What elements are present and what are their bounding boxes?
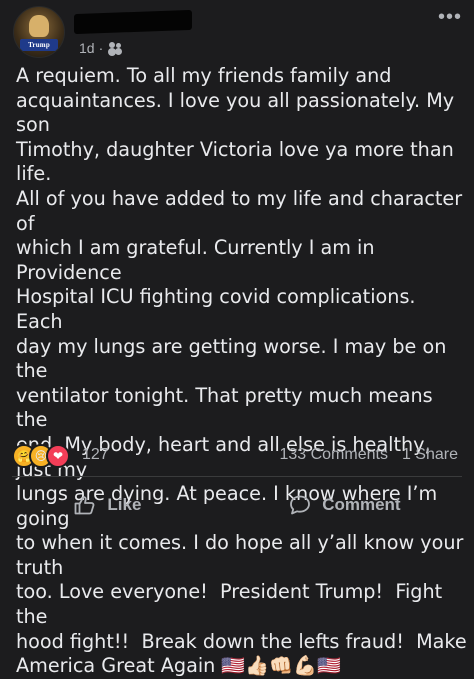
actions-divider xyxy=(12,476,462,477)
post-meta: 1d · xyxy=(79,40,123,56)
reaction-icons[interactable]: 🤗 😢 ❤ xyxy=(12,444,82,468)
comment-label: Comment xyxy=(322,495,401,514)
post-header: Trump 1d · ••• xyxy=(0,0,474,64)
thumbs-up-icon xyxy=(74,496,95,515)
meta-separator: · xyxy=(98,40,104,56)
post-timestamp[interactable]: 1d xyxy=(79,40,95,56)
friends-icon xyxy=(107,42,123,54)
avatar-figure xyxy=(29,15,49,37)
like-label: Like xyxy=(107,495,142,514)
reaction-count[interactable]: 127 xyxy=(82,446,109,464)
more-options-icon[interactable]: ••• xyxy=(438,7,462,27)
comments-count[interactable]: 133 Comments xyxy=(279,446,388,464)
like-button[interactable]: Like xyxy=(73,493,141,517)
engagement-counts: 133 Comments 1 Share xyxy=(279,446,458,464)
avatar-banner-text: Trump xyxy=(20,39,58,51)
reactions-bar: 🤗 😢 ❤ 127 133 Comments 1 Share xyxy=(0,440,474,470)
comment-button[interactable]: Comment xyxy=(288,493,401,517)
comment-icon xyxy=(290,495,311,515)
love-reaction-icon: ❤ xyxy=(46,444,70,468)
post-actions: Like Comment xyxy=(0,484,474,526)
shares-count[interactable]: 1 Share xyxy=(402,446,458,464)
redacted-author-name xyxy=(74,9,192,35)
post-body-text: A requiem. To all my friends family and … xyxy=(16,64,467,678)
profile-avatar[interactable]: Trump xyxy=(13,6,65,58)
